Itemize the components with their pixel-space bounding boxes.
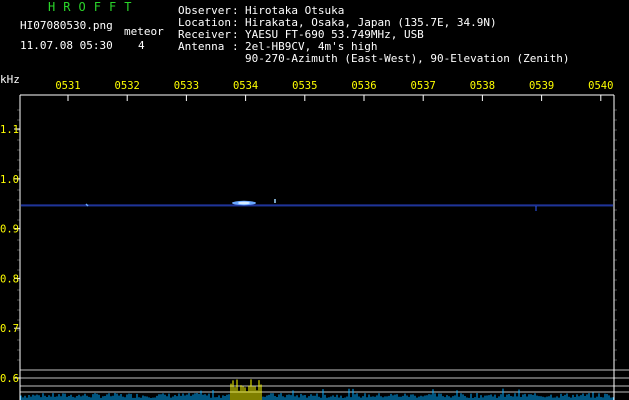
time-tick-label: 0534 bbox=[233, 80, 258, 92]
frequency-tick-label: 0.9 bbox=[0, 224, 19, 236]
time-tick-label: 0536 bbox=[351, 80, 376, 92]
frequency-tick-label: 1.1 bbox=[0, 124, 19, 136]
time-tick-label: 0537 bbox=[411, 80, 436, 92]
time-axis-ticks bbox=[67, 95, 602, 101]
spectrum-panel bbox=[20, 369, 629, 400]
time-tick-label: 0538 bbox=[470, 80, 495, 92]
time-tick-label: 0532 bbox=[115, 80, 140, 92]
time-axis-labels: 0531 0532 0533 0534 0535 0536 0537 0538 0539 0540 bbox=[55, 80, 613, 92]
frequency-axis-ticks bbox=[14, 128, 20, 379]
time-tick-label: 0539 bbox=[529, 80, 554, 92]
frequency-tick-label: 0.7 bbox=[0, 323, 19, 335]
time-tick-label: 0535 bbox=[292, 80, 317, 92]
frequency-axis-labels: 1.1 1.0 0.9 0.8 0.7 0.6 bbox=[0, 124, 19, 385]
frequency-tick-label: 1.0 bbox=[0, 174, 19, 186]
time-tick-label: 0540 bbox=[588, 80, 613, 92]
spectrogram-plot: 0531 0532 0533 0534 0535 0536 0537 0538 0539 0540… bbox=[0, 80, 629, 400]
frequency-tick-label: 0.6 bbox=[0, 373, 19, 385]
frequency-tick-label: 0.8 bbox=[0, 273, 19, 285]
minor-grid-dots bbox=[17, 109, 617, 361]
spectrum-bars bbox=[20, 379, 614, 400]
time-tick-label: 0533 bbox=[174, 80, 199, 92]
time-tick-label: 0531 bbox=[55, 80, 80, 92]
carrier-trace bbox=[21, 204, 613, 207]
